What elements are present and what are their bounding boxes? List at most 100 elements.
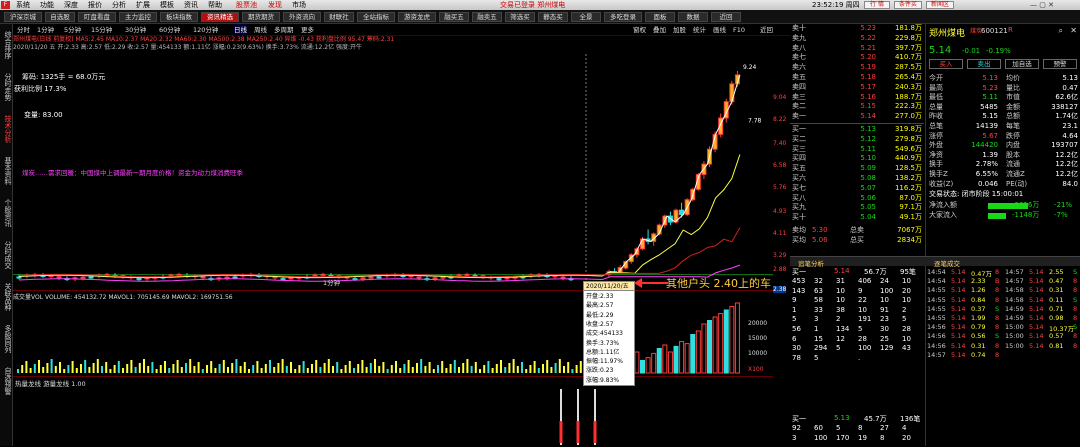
market-label[interactable]: 市场	[292, 0, 306, 10]
period-2[interactable]: 5分钟	[64, 24, 81, 36]
toolbar-btn-4[interactable]: 板块指数	[160, 12, 198, 22]
sidebar-item-5[interactable]: 分时成交	[1, 238, 12, 272]
trade-btn-1[interactable]: 卖出	[967, 59, 1001, 69]
price-tick: 2.38	[773, 286, 787, 293]
menu-depth[interactable]: 深度	[64, 0, 78, 10]
buy-row[interactable]: 买九 5.05 97.1万	[790, 203, 924, 213]
quote-button[interactable]: 行 情	[864, 1, 890, 9]
toolbar-btn-6[interactable]: 期货期货	[242, 12, 280, 22]
hist-candle	[80, 276, 86, 279]
period-5[interactable]: 60分钟	[159, 24, 180, 36]
sell-row[interactable]: 卖四 5.17 240.3万	[790, 83, 924, 93]
trade-btn-2[interactable]: 加自选	[1005, 59, 1039, 69]
sell-row[interactable]: 卖五 5.18 265.4万	[790, 73, 924, 83]
condition-buy-button[interactable]: 条件买	[894, 1, 922, 9]
discover-label[interactable]: 发现	[268, 0, 282, 10]
buy-row[interactable]: 买八 5.06 87.0万	[790, 194, 924, 204]
buy-row[interactable]: 买十 5.04 49.1万	[790, 213, 924, 223]
sidebar-item-8[interactable]: 自选预警	[1, 364, 12, 398]
buy-row[interactable]: 买七 5.07 116.2万	[790, 184, 924, 194]
sell-row[interactable]: 卖二 5.15 222.3万	[790, 102, 924, 112]
menu-analysis[interactable]: 分析	[112, 0, 126, 10]
sidebar-item-6[interactable]: 关联品种	[1, 280, 12, 314]
toolbar-btn-16[interactable]: 多吃登录	[604, 12, 642, 22]
vol-bar-hist	[399, 368, 402, 373]
chart-tool-4[interactable]: 画线	[713, 24, 726, 36]
buy-row[interactable]: 买五 5.09 128.5万	[790, 164, 924, 174]
chart-tool-0[interactable]: 窗权	[633, 24, 646, 36]
buy-row[interactable]: 买四 5.10 440.9万	[790, 154, 924, 164]
period-0[interactable]: 分时	[17, 24, 30, 36]
toolbar-btn-5[interactable]: 资讯精选	[201, 12, 239, 22]
menu-system[interactable]: 系统	[16, 0, 30, 10]
menu-help[interactable]: 帮助	[208, 0, 222, 10]
toolbar-btn-8[interactable]: 财联社	[324, 12, 354, 22]
toolbar-btn-7[interactable]: 外资流向	[283, 12, 321, 22]
menu-template[interactable]: 模板	[160, 0, 174, 10]
menu-extend[interactable]: 扩展	[136, 0, 150, 10]
chart-tool-3[interactable]: 统计	[693, 24, 706, 36]
toolbar-btn-13[interactable]: 筛选买	[505, 12, 535, 22]
window-controls-icon[interactable]: — ▢ ✕	[1030, 0, 1054, 10]
toolbar-btn-14[interactable]: 静态买	[538, 12, 568, 22]
toolbar-btn-17[interactable]: 面板	[645, 12, 675, 22]
search-icon[interactable]: ⌕	[1059, 26, 1063, 36]
menu-function[interactable]: 功能	[40, 0, 54, 10]
toolbar-btn-3[interactable]: 主力监控	[119, 12, 157, 22]
sell-row[interactable]: 卖一 5.14 277.0万	[790, 112, 924, 122]
sell-row[interactable]: 卖八 5.21 397.7万	[790, 44, 924, 54]
buy-row[interactable]: 买六 5.08 138.2万	[790, 174, 924, 184]
toolbar-btn-15[interactable]: 全景	[571, 12, 601, 22]
period-8[interactable]: 周线	[254, 24, 267, 36]
vol-bar	[640, 359, 645, 374]
sidebar-item-3[interactable]: 基本资料	[1, 154, 12, 188]
toolbar-btn-10[interactable]: 游资龙虎	[398, 12, 436, 22]
field-label: 量比	[1006, 83, 1020, 92]
buy-row[interactable]: 买三 5.11 549.6万	[790, 145, 924, 155]
menu-info[interactable]: 资讯	[184, 0, 198, 10]
toolbar-btn-12[interactable]: 融卖五	[472, 12, 502, 22]
sell-row[interactable]: 卖九 5.22 229.8万	[790, 34, 924, 44]
trade-btn-0[interactable]: 买入	[929, 59, 963, 69]
news-marker[interactable]: 煤炭……需求回暖：中国煤中上调最新一期月度价格！资金为动力煤消费旺季	[22, 167, 243, 177]
trade-btn-3[interactable]: 预警	[1043, 59, 1077, 69]
toolbar-btn-0[interactable]: 沪深京城	[4, 12, 42, 22]
indicator-chart[interactable]	[13, 381, 773, 447]
period-7[interactable]: 日线	[234, 24, 247, 36]
sidebar-item-4[interactable]: 个股资讯	[1, 196, 12, 230]
buy-row[interactable]: 买一 5.13 319.8万	[790, 125, 924, 135]
chart-tool-5[interactable]: F10	[733, 24, 745, 36]
period-9[interactable]: 多周期	[274, 24, 294, 36]
sidebar-item-2[interactable]: 技术分析	[1, 112, 12, 146]
sidebar-item-0[interactable]: 综合排序	[1, 28, 12, 62]
toolbar-btn-9[interactable]: 全站指标	[357, 12, 395, 22]
sell-row[interactable]: 卖六 5.19 287.5万	[790, 63, 924, 73]
toolbar-btn-2[interactable]: 盯盘看盘	[78, 12, 116, 22]
close-icon[interactable]: ✕	[1070, 26, 1077, 35]
sidebar-item-7[interactable]: 多股同列	[1, 322, 12, 356]
menu-quote[interactable]: 报价	[88, 0, 102, 10]
stock-pool-label[interactable]: 股票池	[236, 0, 257, 10]
volume-chart[interactable]: 20000 15000 10000 X100	[13, 295, 773, 375]
sell-row[interactable]: 卖七 5.20 410.7万	[790, 53, 924, 63]
toolbar-btn-19[interactable]: 近回	[711, 12, 741, 22]
chart-tool-6[interactable]: 近回	[760, 24, 773, 36]
buy-row[interactable]: 买二 5.12 279.8万	[790, 135, 924, 145]
news-button[interactable]: 新闻区	[926, 1, 954, 9]
sidebar-item-1[interactable]: 分时走势	[1, 70, 12, 104]
popup-line: 涨跌:0.23	[586, 367, 614, 375]
period-3[interactable]: 15分钟	[91, 24, 112, 36]
vol-unit-label: X100	[748, 366, 764, 373]
period-10[interactable]: 更多	[301, 24, 314, 36]
toolbar-btn-1[interactable]: 自选股	[45, 12, 75, 22]
sell-row[interactable]: 卖三 5.16 188.7万	[790, 93, 924, 103]
sell-row[interactable]: 卖十 5.23 181.8万	[790, 24, 924, 34]
chart-tool-2[interactable]: 加股	[673, 24, 686, 36]
period-4[interactable]: 30分钟	[125, 24, 146, 36]
period-6[interactable]: 120分钟	[193, 24, 218, 36]
chart-tool-1[interactable]: 叠加	[653, 24, 666, 36]
period-1[interactable]: 1分钟	[37, 24, 54, 36]
sell-volume: 229.8万	[894, 33, 922, 42]
toolbar-btn-18[interactable]: 数据	[678, 12, 708, 22]
toolbar-btn-11[interactable]: 融买五	[439, 12, 469, 22]
